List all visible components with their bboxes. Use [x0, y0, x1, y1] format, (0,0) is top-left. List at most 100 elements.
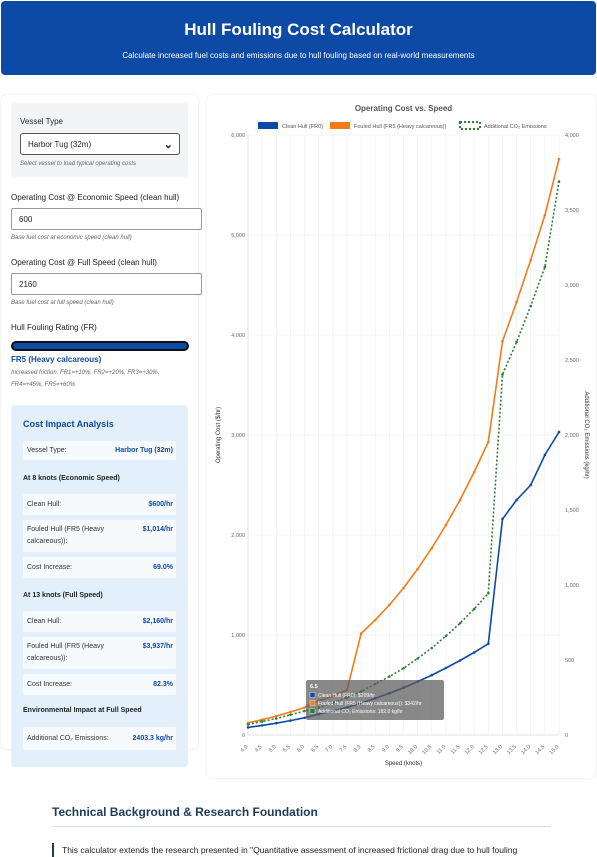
x-tick-label: 6.5	[310, 744, 320, 754]
row-key: Cost Increase:	[27, 564, 73, 571]
x-tick-label: 9.0	[381, 744, 391, 754]
row-key: Vessel Type:	[27, 447, 67, 454]
data-point	[246, 726, 250, 729]
row-key: Cost Increase:	[27, 681, 73, 688]
x-tick-label: 5.5	[282, 744, 292, 754]
x-tick-label: 10.0	[407, 744, 419, 756]
full-speed-title: At 13 knots (Full Speed)	[23, 592, 103, 599]
row-value: 2403.3 kg/hr	[132, 735, 173, 742]
technical-background-text: This calculator extends the research pre…	[52, 843, 517, 857]
data-point	[472, 607, 476, 611]
data-point	[515, 300, 518, 304]
data-point	[501, 373, 504, 376]
data-point	[416, 567, 419, 571]
row-key: Clean Hull:	[27, 501, 62, 508]
y2-tick-label: 0	[565, 733, 568, 739]
y-axis-label: Operating Cost ($/hr)	[216, 407, 222, 463]
x-tick-label: 11.5	[450, 744, 462, 756]
full-cost-hint: Base fuel cost at full speed (clean hull…	[11, 300, 114, 306]
data-point	[487, 440, 490, 444]
legend-label: Clean Hull (FR0)	[282, 124, 323, 130]
data-point	[260, 724, 264, 727]
row-key: Clean Hull:	[27, 618, 62, 625]
row-value: $600/hr	[148, 501, 173, 508]
y-tick-label: 0	[242, 733, 245, 739]
vessel-type-row: Vessel Type: Harbor Tug (32m)	[23, 441, 176, 460]
row-key: calcareous)):	[27, 538, 68, 545]
co2-row: Additional CO₂ Emissions: 2403.3 kg/hr	[23, 727, 176, 750]
data-point	[373, 618, 377, 622]
full-cost-input[interactable]: 2160	[11, 273, 202, 295]
legend-swatch	[330, 122, 350, 129]
cost-impact-panel: Cost Impact Analysis Vessel Type: Harbor…	[11, 405, 188, 767]
y2-tick-label: 1,000	[565, 583, 579, 589]
fouling-hint-line2: FR4=+45%, FR5=+60%	[11, 382, 76, 388]
data-point	[543, 265, 547, 269]
data-point	[274, 714, 278, 718]
x-tick-label: 12.5	[478, 744, 490, 756]
data-point	[557, 430, 561, 434]
data-point	[388, 675, 391, 678]
tooltip-line: Clean Hull (FR0): $209/hr	[318, 693, 375, 699]
data-point	[359, 632, 363, 635]
y2-tick-label: 1,500	[565, 508, 579, 514]
data-point	[260, 720, 264, 723]
data-point	[487, 642, 490, 646]
vessel-section: Vessel Type Harbor Tug (32m) ⌄ Select ve…	[11, 103, 188, 177]
environmental-title: Environmental Impact at Full Speed	[23, 707, 142, 714]
x-tick-label: 4.5	[254, 744, 264, 754]
x-tick-label: 13.5	[506, 744, 518, 756]
economic-speed-title: At 8 knots (Economic Speed)	[23, 475, 120, 482]
data-point	[303, 716, 306, 720]
y2-tick-label: 3,500	[565, 208, 579, 214]
data-point	[515, 498, 518, 502]
vessel-type-select[interactable]: Harbor Tug (32m) ⌄	[20, 133, 180, 155]
eco-clean-row: Clean Hull: $600/hr	[23, 494, 176, 515]
economic-cost-label: Operating Cost @ Economic Speed (clean h…	[11, 193, 180, 202]
data-point	[303, 706, 306, 709]
full-increase-row: Cost Increase: 82.3%	[23, 674, 176, 695]
data-point	[289, 713, 292, 717]
economic-cost-input[interactable]: 600	[11, 208, 202, 230]
x-tick-label: 11.0	[436, 744, 448, 756]
data-point	[458, 659, 462, 662]
y-tick-label: 6,000	[231, 133, 245, 139]
y2-tick-label: 2,000	[565, 433, 579, 439]
data-point	[458, 621, 462, 625]
eco-increase-row: Cost Increase: 69.0%	[23, 557, 176, 578]
x-tick-label: 14.5	[534, 744, 546, 756]
chevron-down-icon: ⌄	[163, 139, 173, 151]
x-tick-label: 14.0	[520, 744, 532, 756]
impact-title: Cost Impact Analysis	[23, 419, 114, 429]
row-value: $1,014/hr	[142, 526, 173, 533]
x-tick-label: 13.0	[492, 744, 504, 756]
tooltip-swatch	[309, 692, 316, 698]
y-tick-label: 5,000	[231, 233, 245, 239]
legend-swatch	[258, 122, 278, 129]
data-point	[472, 470, 476, 474]
data-point	[458, 498, 462, 502]
fouling-rating-label: Hull Fouling Rating (FR)	[11, 323, 97, 332]
data-point	[557, 157, 561, 161]
x-tick-label: 8.0	[353, 744, 363, 754]
x-tick-label: 15.0	[549, 744, 561, 756]
legend-label: Fouled Hull (FR5 (Heavy calcareous))	[354, 124, 446, 130]
tooltip-line: Fouled Hull (FR5 (Heavy calcareous)): $3…	[318, 701, 422, 707]
eco-fouled-row: Fouled Hull (FR5 (Heavy calcareous)): $1…	[23, 520, 176, 552]
vessel-type-hint: Select vessel to load typical operating …	[20, 161, 137, 167]
data-point	[501, 517, 504, 521]
data-point	[543, 213, 547, 217]
chart-panel: Operating Cost vs. Speed Clean Hull (FR0)…	[207, 95, 596, 778]
economic-cost-hint: Base fuel cost at economic speed (clean …	[11, 235, 132, 241]
y-tick-label: 2,000	[231, 533, 245, 539]
page-title: Hull Fouling Cost Calculator	[184, 20, 413, 39]
row-value: $3,937/hr	[142, 643, 173, 650]
legend-label: Additional CO₂ Emissions	[484, 124, 547, 130]
data-point	[303, 709, 306, 713]
data-point	[246, 723, 250, 726]
cost-chart[interactable]: Operating Cost vs. Speed Clean Hull (FR0)…	[207, 95, 596, 778]
fouling-rating-slider[interactable]	[11, 341, 189, 351]
full-clean-row: Clean Hull: $2,160/hr	[23, 611, 176, 632]
data-point	[444, 666, 448, 670]
input-panel: Vessel Type Harbor Tug (32m) ⌄ Select ve…	[1, 95, 202, 767]
